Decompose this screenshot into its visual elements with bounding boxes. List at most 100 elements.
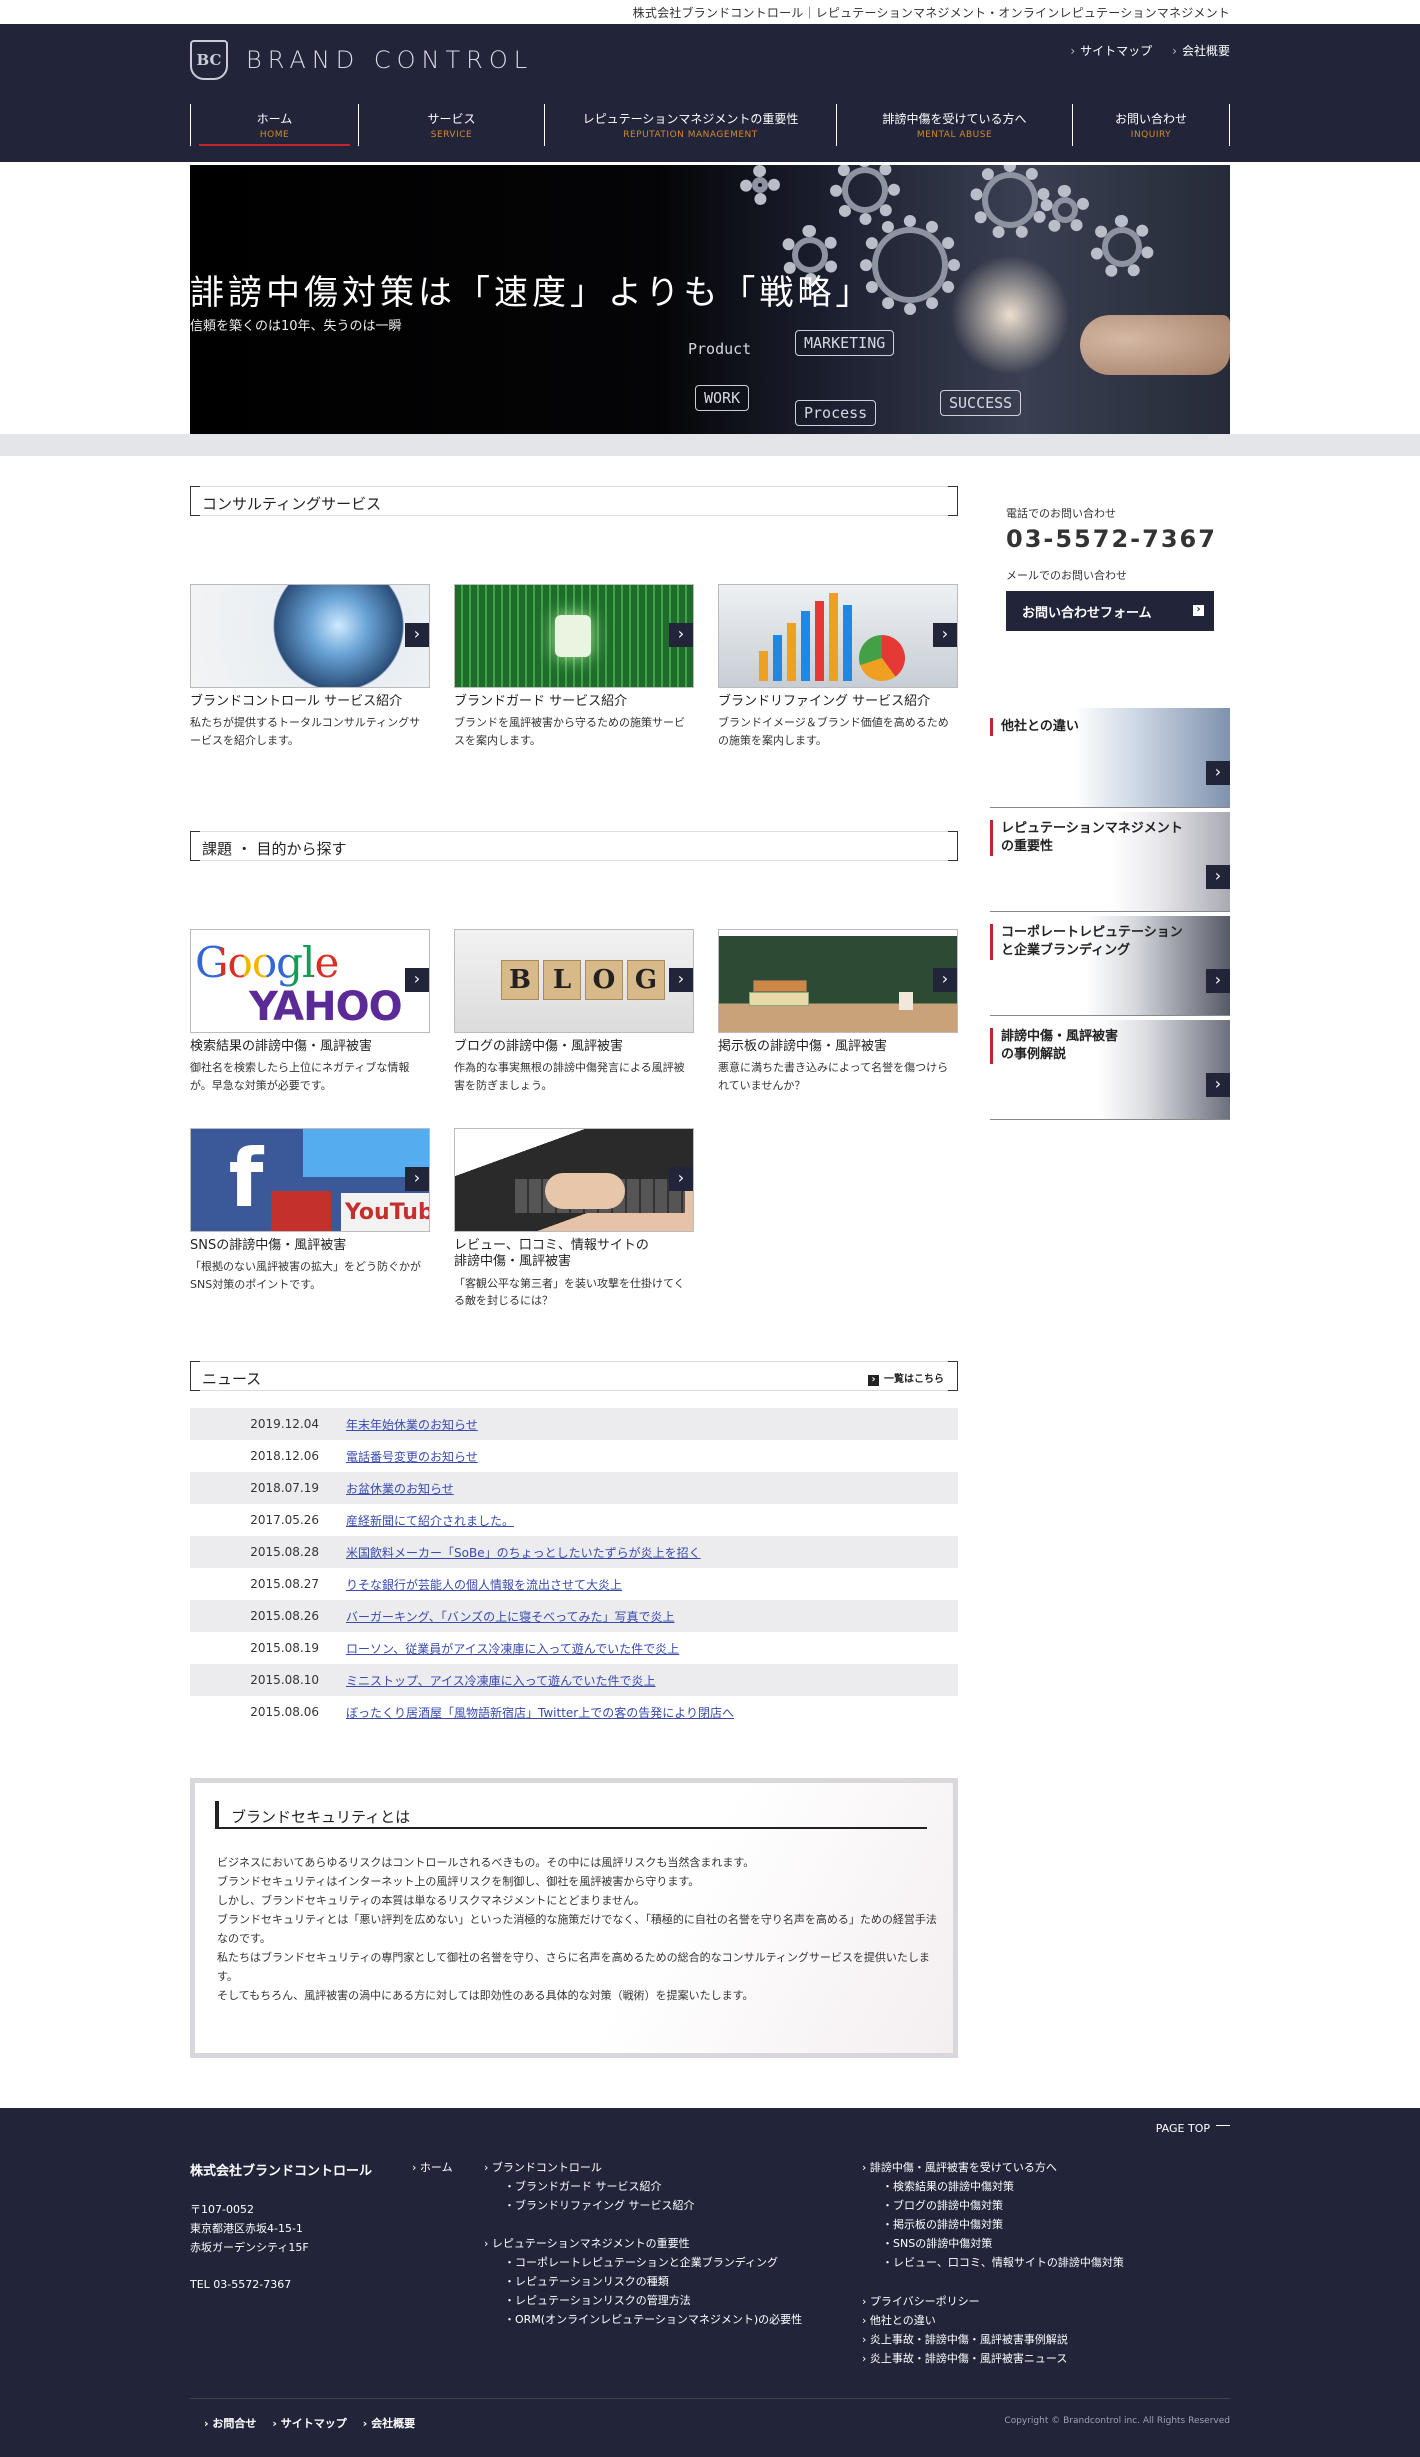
side-banner-reputation[interactable]: レピュテーションマネジメント の重要性 ›: [990, 812, 1230, 912]
footer-link[interactable]: ブランドリファイング サービス紹介: [484, 2196, 695, 2215]
news-link[interactable]: ぼったくり居酒屋「風物語新宿店」Twitter上での客の告発により閉店へ: [346, 1704, 734, 1721]
tel-label: 電話でのお問い合わせ: [1006, 507, 1116, 520]
chevron-right-icon: ›: [1206, 761, 1230, 785]
card-thumbnail: ›: [718, 929, 958, 1033]
gear-icon: [740, 165, 780, 205]
youtube-icon: YouTube: [341, 1193, 429, 1231]
news-link[interactable]: ローソン、従業員がアイス冷凍庫に入って遊んでいた件で炎上: [346, 1640, 679, 1657]
issue-card[interactable]: Google YAHOO › 検索結果の誹謗中傷・風評被害 御社名を検索したら上…: [190, 929, 430, 1094]
card-thumbnail: ›: [454, 1128, 694, 1232]
issue-card[interactable]: B L O G › ブログの誹謗中傷・風評被害 作為的な事実無根の誹謗中傷発言に…: [454, 929, 694, 1094]
side-banner-corporate[interactable]: コーポレートレピュテーション と企業ブランディング ›: [990, 916, 1230, 1016]
gear-icon: [860, 215, 960, 315]
card-description: 「根拠のない風評被害の拡大」をどう防ぐかがSNS対策のポイントです。: [190, 1260, 421, 1291]
news-date: 2018.12.06: [250, 1449, 319, 1463]
brand-security-box: ブランドセキュリティとは ビジネスにおいてあらゆるリスクはコントロールされるべき…: [190, 1778, 958, 2058]
contact-box: 電話でのお問い合わせ 03-5572-7367 メールでのお問い合わせ お問い合…: [1006, 505, 1230, 631]
news-item: 2018.12.06 電話番号変更のお知らせ: [190, 1440, 958, 1472]
footer-link[interactable]: レビュー、口コミ、情報サイトの誹謗中傷対策: [862, 2253, 1124, 2272]
banner-label: レピュテーションマネジメント の重要性: [990, 820, 1183, 856]
gear-icon: [1040, 185, 1090, 235]
paragraph: 私たちはブランドセキュリティの専門家として御社の名誉を守り、さらに名声を高めるた…: [217, 1951, 930, 1983]
card-title: ブランドリファイング サービス紹介: [718, 694, 931, 709]
news-more-link[interactable]: 一覧はこちら: [868, 1370, 944, 1386]
footer-link[interactable]: 誹謗中傷・風評被害を受けている方へ: [862, 2158, 1124, 2177]
inquiry-link[interactable]: お問合せ: [204, 2415, 256, 2431]
news-link[interactable]: 産経新聞にて紹介されました。: [346, 1512, 514, 1529]
footer-link[interactable]: ホーム: [412, 2158, 453, 2177]
footer-link[interactable]: 検索結果の誹謗中傷対策: [862, 2177, 1124, 2196]
news-link[interactable]: 米国飲料メーカー「SoBe」のちょっとしたいたずらが炎上を招く: [346, 1544, 701, 1561]
contact-form-button[interactable]: お問い合わせフォーム: [1006, 591, 1214, 631]
sketch-word: Process: [795, 400, 877, 426]
news-link[interactable]: バーガーキング、「バンズの上に寝そべってみた」写真で炎上: [346, 1608, 675, 1625]
company-link[interactable]: 会社概要: [363, 2415, 415, 2431]
news-link[interactable]: ミニストップ、アイス冷凍庫に入って遊んでいた件で炎上: [346, 1672, 655, 1689]
service-card[interactable]: › ブランドリファイング サービス紹介 ブランドイメージ＆ブランド価値を高めるた…: [718, 584, 958, 749]
footer-link[interactable]: レピュテーションマネジメントの重要性: [484, 2234, 802, 2253]
card-description: 御社名を検索したら上位にネガティブな情報が。早急な対策が必要です。: [190, 1061, 410, 1092]
news-date: 2015.08.26: [250, 1609, 319, 1623]
news-item: 2015.08.10 ミニストップ、アイス冷凍庫に入って遊んでいた件で炎上: [190, 1664, 958, 1696]
footer-company: 株式会社ブランドコントロール: [190, 2164, 373, 2179]
section-title: コンサルティングサービス: [202, 495, 382, 513]
site-logo[interactable]: BC BRAND CONTROL: [190, 40, 533, 80]
card-description: 作為的な事実無根の誹謗中傷発言による風評被害を防ぎましょう。: [454, 1061, 685, 1092]
card-description: 悪意に満ちた書き込みによって名誉を傷つけられていませんか？: [718, 1061, 949, 1092]
issue-card[interactable]: › レビュー、口コミ、情報サイトの 誹謗中傷・風評被害 「客観公平な第三者」を装…: [454, 1128, 694, 1310]
red-tile: [271, 1191, 331, 1231]
news-link[interactable]: 電話番号変更のお知らせ: [346, 1448, 478, 1465]
card-title: ブログの誹謗中傷・風評被害: [454, 1039, 624, 1054]
side-banner-cases[interactable]: 誹謗中傷・風評被害 の事例解説 ›: [990, 1020, 1230, 1120]
site-tagline: 株式会社ブランドコントロール｜レピュテーションマネジメント・オンラインレピュテー…: [632, 6, 1230, 20]
news-date: 2015.08.28: [250, 1545, 319, 1559]
footer-link[interactable]: ブランドコントロール: [484, 2158, 695, 2177]
section-title: ニュース: [202, 1370, 262, 1388]
footer-link[interactable]: プライバシーポリシー: [862, 2292, 1068, 2311]
footer-address: 〒107-0052 東京都港区赤坂4-15-1 赤坂ガーデンシティ15F: [190, 2200, 309, 2257]
footer-link[interactable]: コーポレートレピュテーションと企業ブランディング: [484, 2253, 802, 2272]
news-link[interactable]: 年末年始休業のお知らせ: [346, 1416, 478, 1433]
footer-link[interactable]: SNSの誹謗中傷対策: [862, 2234, 1124, 2253]
sitemap-link[interactable]: サイトマップ: [272, 2415, 347, 2431]
issue-card[interactable]: › 掲示板の誹謗中傷・風評被害 悪意に満ちた書き込みによって名誉を傷つけられてい…: [718, 929, 958, 1094]
gear-icon: [1090, 215, 1154, 279]
nav-service[interactable]: サービス SERVICE: [358, 104, 544, 146]
footer-link[interactable]: ORM(オンラインレピュテーションマネジメント)の必要性: [484, 2310, 802, 2329]
news-link[interactable]: お盆休業のお知らせ: [346, 1480, 454, 1497]
footer-link[interactable]: 掲示板の誹謗中傷対策: [862, 2215, 1124, 2234]
news-list: 2019.12.04 年末年始休業のお知らせ 2018.12.06 電話番号変更のお…: [190, 1408, 958, 1728]
footer-link[interactable]: レピュテーションリスクの種類: [484, 2272, 802, 2291]
card-description: ブランドイメージ＆ブランド価値を高めるための施策を案内します。: [718, 716, 949, 747]
company-link[interactable]: 会社概要: [1172, 42, 1230, 59]
service-card[interactable]: › ブランドガード サービス紹介 ブランドを風評被害から守るための施策サービスを…: [454, 584, 694, 749]
copyright: Copyright © Brandcontrol inc. All Rights…: [1004, 2416, 1230, 2426]
footer-link[interactable]: 他社との違い: [862, 2311, 1068, 2330]
nav-inquiry[interactable]: お問い合わせ INQUIRY: [1072, 104, 1230, 146]
chevron-right-icon: ›: [669, 623, 693, 647]
page-top-button[interactable]: PAGE TOP: [1156, 2122, 1230, 2135]
footer-link[interactable]: レピュテーションリスクの管理方法: [484, 2291, 802, 2310]
nav-mental-abuse[interactable]: 誹謗中傷を受けている方へ MENTAL ABUSE: [836, 104, 1072, 146]
nav-reputation[interactable]: レピュテーションマネジメントの重要性 REPUTATION MANAGEMENT: [544, 104, 836, 146]
news-date: 2019.12.04: [250, 1417, 319, 1431]
news-date: 2015.08.10: [250, 1673, 319, 1687]
footer-link[interactable]: 炎上事故・誹謗中傷・風評被害ニュース: [862, 2349, 1068, 2368]
news-link[interactable]: りそな銀行が芸能人の個人情報を流出させて大炎上: [346, 1576, 622, 1593]
service-card[interactable]: › ブランドコントロール サービス紹介 私たちが提供するトータルコンサルティング…: [190, 584, 430, 749]
tel-number[interactable]: 03-5572-7367: [1006, 525, 1230, 553]
chevron-right-icon: ›: [405, 1167, 429, 1191]
nav-sublabel: SERVICE: [430, 130, 473, 140]
issue-card[interactable]: f YouTube › SNSの誹謗中傷・風評被害 「根拠のない風評被害の拡大」…: [190, 1128, 430, 1293]
card-thumbnail: f YouTube ›: [190, 1128, 430, 1232]
sitemap-link[interactable]: サイトマップ: [1070, 42, 1152, 59]
footer-link[interactable]: ブログの誹謗中傷対策: [862, 2196, 1124, 2215]
side-banner-difference[interactable]: 他社との違い ›: [990, 708, 1230, 808]
nav-home[interactable]: ホーム HOME: [190, 104, 358, 146]
footer-link[interactable]: ブランドガード サービス紹介: [484, 2177, 695, 2196]
card-description: 私たちが提供するトータルコンサルティングサービスを紹介します。: [190, 716, 421, 747]
footer-link[interactable]: 炎上事故・誹謗中傷・風評被害事例解説: [862, 2330, 1068, 2349]
hand-image: [1080, 315, 1230, 375]
divider-band: [0, 434, 1420, 456]
card-title: 検索結果の誹謗中傷・風評被害: [190, 1039, 373, 1054]
